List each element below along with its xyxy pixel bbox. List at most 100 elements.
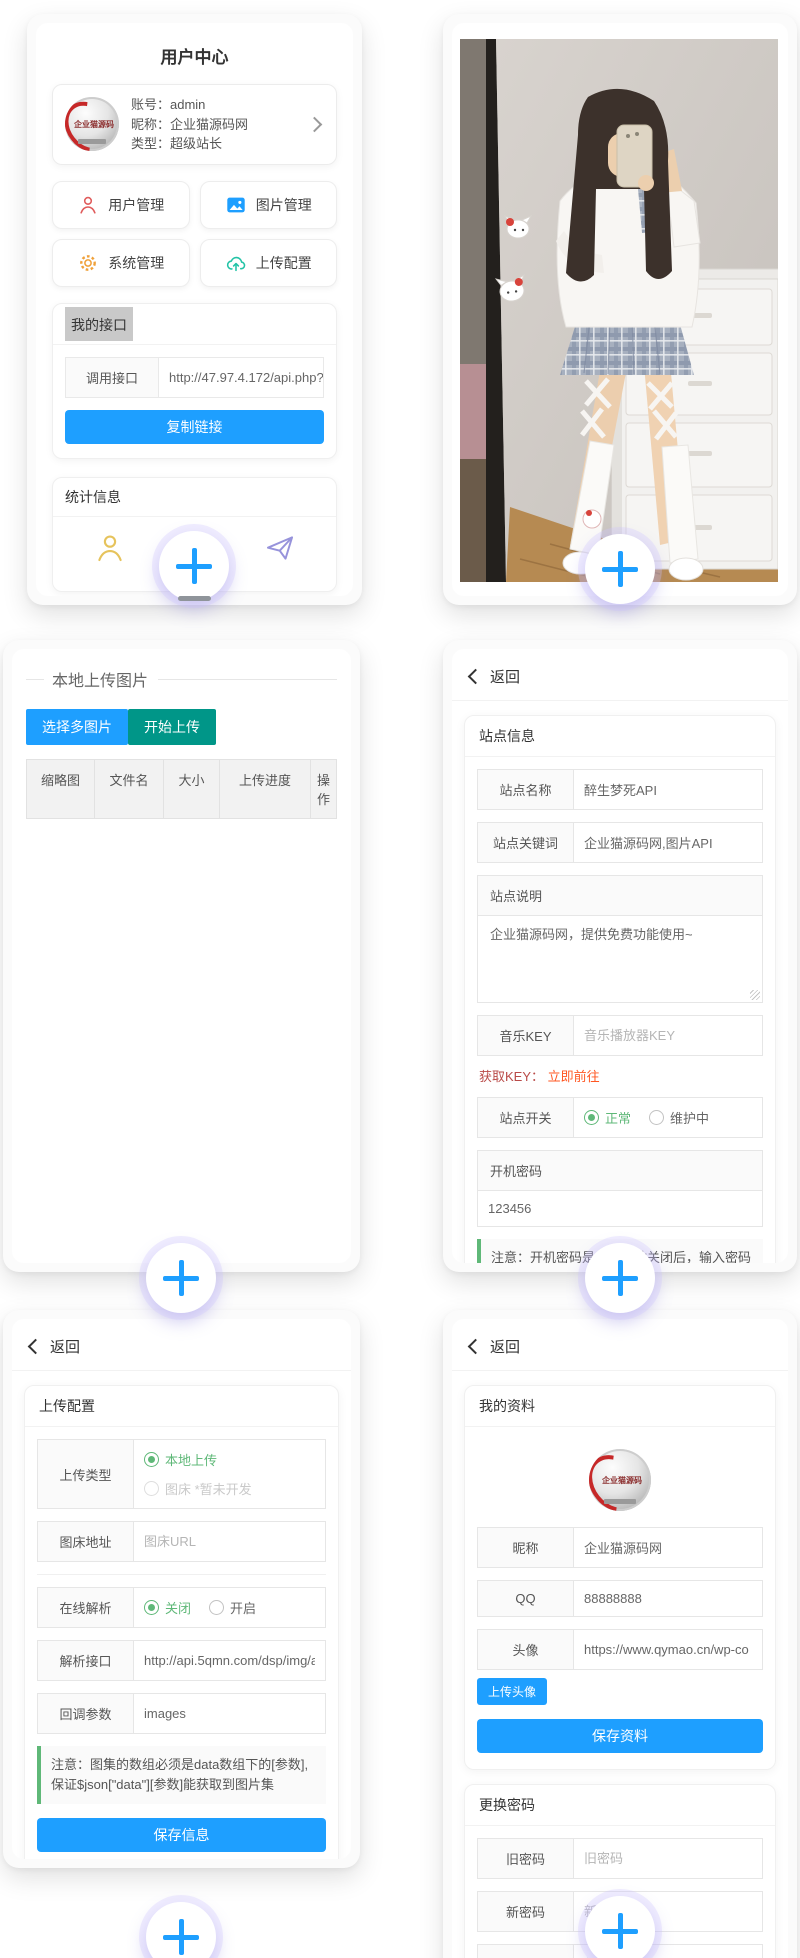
profile-avatar: 企业猫源码 bbox=[589, 1449, 651, 1511]
site-keywords-label: 站点关键词 bbox=[478, 823, 574, 862]
save-profile-button[interactable]: 保存资料 bbox=[477, 1719, 763, 1753]
qq-label: QQ bbox=[478, 1581, 574, 1616]
boot-password-input[interactable] bbox=[478, 1191, 762, 1226]
back-label: 返回 bbox=[490, 666, 520, 687]
cloud-upload-icon bbox=[225, 252, 247, 274]
back-button[interactable]: 返回 bbox=[452, 649, 788, 701]
add-button[interactable] bbox=[159, 531, 229, 601]
start-upload-button[interactable]: 开始上传 bbox=[128, 709, 216, 745]
radio-local-upload[interactable]: 本地上传 bbox=[144, 1450, 252, 1469]
menu-image-management[interactable]: 图片管理 bbox=[200, 181, 338, 229]
menu-system-management[interactable]: 系统管理 bbox=[52, 239, 190, 287]
my-interface-card: 我的接口 调用接口 http://47.97.4.172/api.php? 复制… bbox=[52, 303, 337, 459]
account-card[interactable]: 企业猫源码 账号：admin 昵称：企业猫源码网 类型：超级站长 bbox=[52, 84, 337, 165]
add-button[interactable] bbox=[585, 1243, 655, 1313]
screenshot-collage: 用户中心 企业猫源码 账号：admin 昵称：企业猫源码网 类型：超级站长 bbox=[0, 0, 800, 1958]
avatar: 企业猫源码 bbox=[65, 97, 119, 151]
radio-icon bbox=[144, 1481, 159, 1496]
panel-user-center: 用户中心 企业猫源码 账号：admin 昵称：企业猫源码网 类型：超级站长 bbox=[27, 14, 362, 605]
new-password-label: 新密码 bbox=[478, 1892, 574, 1931]
form-row: 在线解析 关闭 开启 bbox=[37, 1587, 326, 1628]
radio-label: 正常 bbox=[605, 1108, 631, 1127]
callback-param-input[interactable] bbox=[134, 1694, 325, 1733]
radio-parse-off[interactable]: 关闭 bbox=[144, 1598, 191, 1617]
section-legend: 本地上传图片 bbox=[26, 667, 337, 691]
get-key-label: 获取KEY： bbox=[479, 1069, 544, 1084]
chevron-left-icon bbox=[468, 669, 484, 685]
account-username: 账号：admin bbox=[131, 95, 297, 115]
add-button[interactable] bbox=[146, 1243, 216, 1313]
card-title: 更换密码 bbox=[465, 1785, 775, 1826]
logo-text: 企业猫源码 bbox=[74, 119, 114, 130]
mirror-selfie-photo bbox=[460, 39, 778, 582]
site-description-textarea[interactable]: 企业猫源码网，提供免费功能使用~ bbox=[478, 916, 762, 1002]
radio-label: 本地上传 bbox=[165, 1450, 217, 1469]
radio-parse-on[interactable]: 开启 bbox=[209, 1598, 256, 1617]
panel-upload-config: 返回 上传配置 上传类型 本地上传 图床 *暂 bbox=[3, 1310, 360, 1868]
save-info-button[interactable]: 保存信息 bbox=[37, 1818, 326, 1852]
parse-api-label: 解析接口 bbox=[38, 1641, 134, 1680]
get-key-line: 获取KEY： 立即前往 bbox=[479, 1066, 761, 1085]
image-icon bbox=[225, 194, 247, 216]
form-row: 站点名称 bbox=[477, 769, 763, 810]
logo-bar bbox=[604, 1499, 636, 1504]
col-thumbnail: 缩略图 bbox=[26, 759, 95, 819]
copy-link-button[interactable]: 复制链接 bbox=[65, 410, 324, 444]
music-key-input[interactable] bbox=[574, 1016, 762, 1055]
plus-icon bbox=[585, 534, 655, 604]
back-button[interactable]: 返回 bbox=[12, 1319, 351, 1371]
qq-input[interactable] bbox=[574, 1581, 762, 1616]
radio-icon bbox=[584, 1110, 599, 1125]
image-bed-url-input[interactable] bbox=[134, 1522, 325, 1561]
photo-illustration bbox=[460, 39, 778, 582]
site-name-input[interactable] bbox=[574, 770, 762, 809]
form-row: 回调参数 bbox=[37, 1693, 326, 1734]
resize-handle-icon[interactable] bbox=[750, 990, 760, 1000]
radio-icon bbox=[649, 1110, 664, 1125]
back-label: 返回 bbox=[490, 1336, 520, 1357]
card-title: 上传配置 bbox=[25, 1386, 338, 1427]
api-row: 调用接口 http://47.97.4.172/api.php? bbox=[65, 357, 324, 398]
back-button[interactable]: 返回 bbox=[452, 1319, 788, 1371]
add-button[interactable] bbox=[146, 1902, 216, 1958]
user-icon bbox=[77, 194, 99, 216]
stat-requests-icon bbox=[263, 531, 297, 565]
legend-line bbox=[26, 679, 44, 680]
upload-avatar-button[interactable]: 上传头像 bbox=[477, 1678, 547, 1705]
go-now-link[interactable]: 立即前往 bbox=[548, 1069, 600, 1084]
gallery-note: 注意：图集的数组必须是data数组下的[参数],保证$json["data"][… bbox=[37, 1746, 326, 1804]
chevron-left-icon bbox=[468, 1339, 484, 1355]
select-images-button[interactable]: 选择多图片 bbox=[26, 709, 128, 745]
nickname-input[interactable] bbox=[574, 1528, 762, 1567]
add-button[interactable] bbox=[585, 1896, 655, 1958]
upload-config-screen: 返回 上传配置 上传类型 本地上传 图床 *暂 bbox=[12, 1319, 351, 1859]
divider bbox=[37, 1574, 326, 1575]
radio-label: 关闭 bbox=[165, 1598, 191, 1617]
menu-user-management[interactable]: 用户管理 bbox=[52, 181, 190, 229]
api-label: 调用接口 bbox=[66, 358, 159, 397]
radio-site-normal[interactable]: 正常 bbox=[584, 1108, 631, 1127]
avatar-url-input[interactable] bbox=[574, 1630, 762, 1669]
stat-users-icon bbox=[93, 531, 127, 565]
menu-label: 用户管理 bbox=[108, 195, 164, 215]
photo-screen bbox=[452, 23, 788, 596]
site-keywords-input[interactable] bbox=[574, 823, 762, 862]
parse-api-input[interactable] bbox=[134, 1641, 325, 1680]
menu-upload-config[interactable]: 上传配置 bbox=[200, 239, 338, 287]
callback-param-label: 回调参数 bbox=[38, 1694, 134, 1733]
col-size: 大小 bbox=[163, 759, 220, 819]
panel-photo-preview bbox=[443, 14, 797, 605]
radio-site-maintenance[interactable]: 维护中 bbox=[649, 1108, 709, 1127]
gear-icon bbox=[77, 252, 99, 274]
user-center-screen: 用户中心 企业猫源码 账号：admin 昵称：企业猫源码网 类型：超级站长 bbox=[36, 23, 353, 596]
account-type: 类型：超级站长 bbox=[131, 134, 297, 154]
add-button[interactable] bbox=[585, 534, 655, 604]
logo-bar bbox=[78, 139, 106, 144]
old-password-input[interactable] bbox=[574, 1839, 762, 1878]
radio-label: 开启 bbox=[230, 1598, 256, 1617]
online-parse-label: 在线解析 bbox=[38, 1588, 134, 1627]
form-row: 图床地址 bbox=[37, 1521, 326, 1562]
radio-image-bed[interactable]: 图床 *暂未开发 bbox=[144, 1479, 252, 1498]
legend-line bbox=[158, 679, 337, 680]
plus-icon bbox=[585, 1243, 655, 1313]
